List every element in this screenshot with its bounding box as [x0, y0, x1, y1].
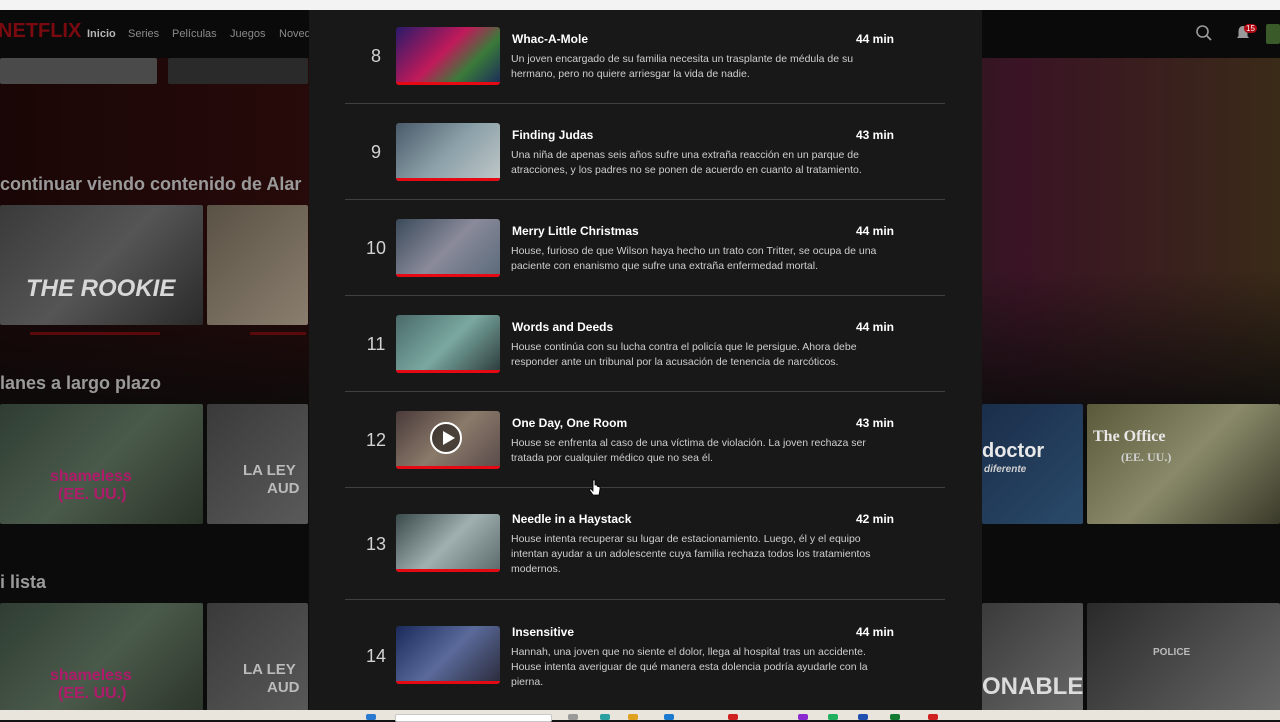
tile-shameless-2[interactable]: shameless (EE. UU.)	[0, 603, 203, 710]
episode-description: Un joven encargado de su familia necesit…	[511, 53, 854, 80]
avatar[interactable]	[1266, 24, 1280, 44]
episode-modal: 8 Whac-A-Mole 44 min Un joven encargado …	[309, 10, 982, 710]
hero-info-button[interactable]	[168, 58, 308, 84]
row-title-continue: continuar viendo contenido de Alar	[0, 174, 302, 194]
tile-breaking-bad[interactable]	[207, 205, 308, 325]
taskbar-app-icon[interactable]	[664, 714, 674, 720]
tile-the-office[interactable]: The Office (EE. UU.)	[1087, 404, 1280, 524]
nav-juegos[interactable]: Juegos	[230, 28, 265, 40]
episode-description: House se enfrenta al caso de una víctima…	[511, 437, 866, 464]
episode-duration: 42 min	[855, 512, 894, 526]
tile-rookie-progress	[30, 332, 160, 335]
episode-thumbnail[interactable]	[396, 626, 500, 684]
episode-thumbnail[interactable]	[396, 123, 500, 181]
hero-play-button[interactable]	[0, 58, 157, 84]
episode-row[interactable]: 10 Merry Little Christmas 44 min House, …	[345, 200, 945, 296]
play-icon[interactable]	[430, 422, 462, 454]
episode-thumbnail[interactable]	[396, 219, 500, 277]
nav-novedades[interactable]: Noved	[279, 28, 311, 40]
episode-row[interactable]: 9 Finding Judas 43 min Una niña de apena…	[345, 104, 945, 200]
tile-police[interactable]: POLICE	[1087, 603, 1280, 710]
episode-title: One Day, One Room	[512, 416, 628, 430]
nav-series[interactable]: Series	[128, 28, 159, 40]
task-view-icon[interactable]	[568, 714, 578, 720]
episode-description: House continúa con su lucha contra el po…	[511, 341, 857, 368]
nav-inicio[interactable]: Inicio	[87, 28, 116, 40]
mouse-cursor-icon	[589, 479, 601, 496]
tile-shameless[interactable]: shameless (EE. UU.)	[0, 404, 203, 524]
episode-description: Hannah, una joven que no siente el dolor…	[511, 646, 868, 688]
episode-duration: 44 min	[855, 625, 894, 639]
episode-thumbnail[interactable]	[396, 27, 500, 85]
tile-shameless-2-label: shameless	[50, 667, 132, 684]
episode-thumbnail[interactable]	[396, 514, 500, 572]
tile-la-ley-2-label: LA LEY	[243, 661, 296, 678]
taskbar-app-icon[interactable]	[858, 714, 868, 720]
row-title-plans: lanes a largo plazo	[0, 373, 162, 393]
taskbar-app-icon[interactable]	[600, 714, 610, 720]
tile-la-ley-label: LA LEY	[243, 462, 296, 479]
episode-title: Insensitive	[512, 625, 575, 639]
episode-duration: 43 min	[855, 128, 894, 142]
episode-duration: 43 min	[855, 416, 894, 430]
windows-start-icon[interactable]	[366, 714, 376, 720]
tile-rookie[interactable]: THE ROOKIE	[0, 205, 203, 325]
tile-office-label: The Office	[1093, 428, 1166, 445]
taskbar-app-icon[interactable]	[798, 714, 808, 720]
episode-row[interactable]: 13 Needle in a Haystack 42 min House int…	[345, 488, 945, 600]
tile-doctor[interactable]: doctor diferente	[982, 404, 1083, 524]
tile-doctor-label: doctor	[982, 440, 1045, 462]
episode-duration: 44 min	[855, 320, 894, 334]
file-explorer-icon[interactable]	[628, 714, 638, 720]
notification-badge: 15	[1244, 24, 1257, 33]
episode-title: Finding Judas	[512, 128, 594, 142]
episode-row[interactable]: 12 One Day, One Room 43 min House se enf…	[345, 392, 945, 488]
episode-description: Una niña de apenas seis años sufre una e…	[511, 149, 862, 176]
episode-row[interactable]: 8 Whac-A-Mole 44 min Un joven encargado …	[345, 10, 945, 104]
taskbar-app-icon[interactable]	[928, 714, 938, 720]
tile-la-ley-2-sub: AUD	[267, 679, 300, 696]
taskbar-app-icon[interactable]	[828, 714, 838, 720]
tile-shameless-sub: (EE. UU.)	[58, 486, 127, 503]
search-icon[interactable]	[1195, 24, 1213, 42]
episode-duration: 44 min	[855, 32, 894, 46]
tile-onable-label: ONABLE	[982, 673, 1083, 700]
episode-title: Whac-A-Mole	[512, 32, 588, 46]
tile-la-ley-2[interactable]: LA LEY AUD	[207, 603, 308, 710]
tile-rookie-label: THE ROOKIE	[26, 275, 176, 302]
tile-shameless-2-sub: (EE. UU.)	[58, 685, 127, 702]
tile-doctor-sub: diferente	[984, 464, 1027, 475]
episode-description: House, furioso de que Wilson haya hecho …	[511, 245, 877, 272]
episode-title: Needle in a Haystack	[512, 512, 632, 526]
os-taskbar	[0, 710, 1280, 720]
tile-office-sub: (EE. UU.)	[1121, 450, 1172, 464]
episode-thumbnail[interactable]	[396, 411, 500, 469]
tile-la-ley[interactable]: LA LEY AUD	[207, 404, 308, 524]
episode-title: Merry Little Christmas	[512, 224, 639, 238]
tile-bb-progress	[250, 332, 306, 335]
taskbar-search-box[interactable]	[395, 714, 552, 722]
episode-title: Words and Deeds	[512, 320, 614, 334]
episode-row[interactable]: 14 Insensitive 44 min Hannah, una joven …	[345, 600, 945, 710]
episode-description: House intenta recuperar su lugar de esta…	[511, 533, 871, 575]
episode-duration: 44 min	[855, 224, 894, 238]
netflix-logo[interactable]: NETFLIX	[0, 20, 81, 43]
episode-row[interactable]: 11 Words and Deeds 44 min House continúa…	[345, 296, 945, 392]
taskbar-app-icon[interactable]	[890, 714, 900, 720]
tile-la-ley-sub: AUD	[267, 480, 300, 497]
tile-shameless-label: shameless	[50, 468, 132, 485]
episode-thumbnail[interactable]	[396, 315, 500, 373]
nav-peliculas[interactable]: Películas	[172, 28, 217, 40]
tile-onable[interactable]: ONABLE	[982, 603, 1083, 710]
row-title-my-list: i lista	[0, 572, 47, 592]
taskbar-app-icon[interactable]	[728, 714, 738, 720]
tile-police-label: POLICE	[1153, 647, 1191, 658]
